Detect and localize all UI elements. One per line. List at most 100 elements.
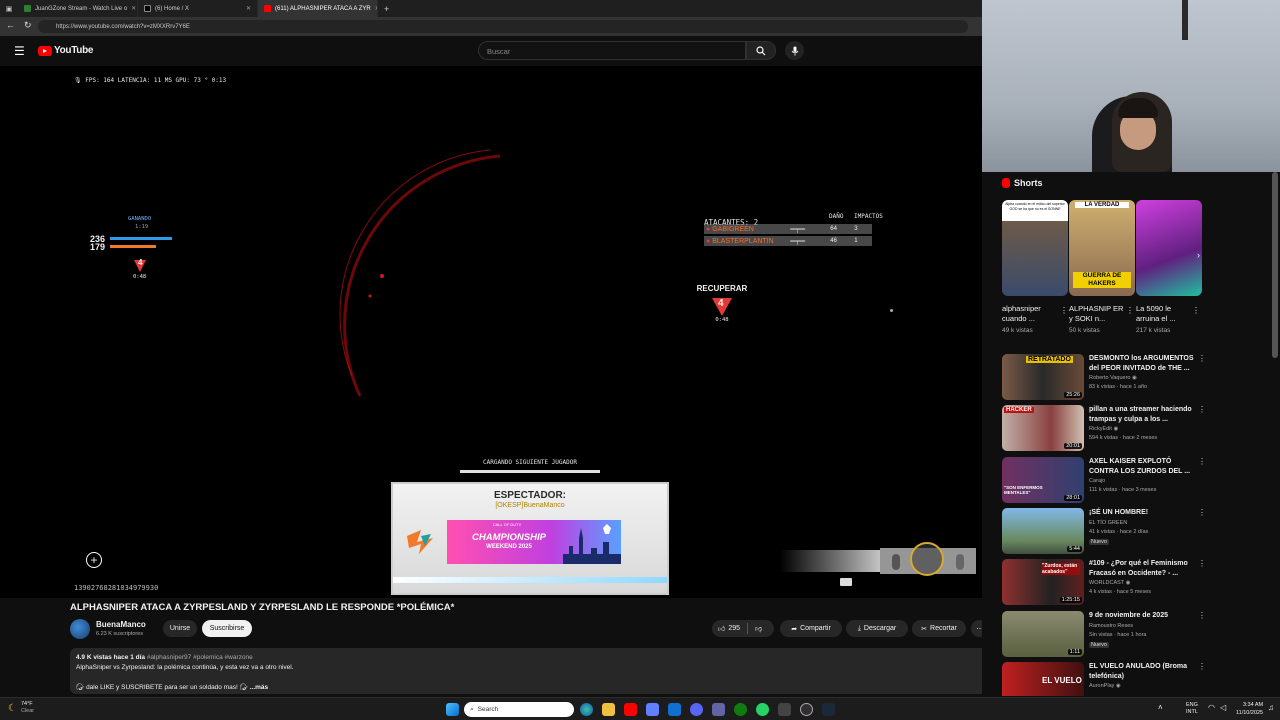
next-arrow-icon[interactable]: › xyxy=(1197,250,1200,260)
recommended-video[interactable]: 1:11 9 de noviembre de 2025 Ramoustro Re… xyxy=(1002,611,1242,659)
language-indicator[interactable]: ENG INTL xyxy=(1186,702,1198,716)
edge-icon[interactable] xyxy=(580,703,593,716)
close-tab-icon[interactable]: ✕ xyxy=(375,5,377,12)
channel-name[interactable]: BuenaManco xyxy=(96,620,146,629)
video-title: pillan a una streamer haciendo trampas y… xyxy=(1089,406,1192,423)
video-menu-icon[interactable]: ⋮ xyxy=(1198,457,1206,466)
taskbar-search-placeholder: Search xyxy=(477,706,499,713)
weather-widget[interactable]: ☾ 74°F Clear xyxy=(8,701,34,715)
start-icon[interactable] xyxy=(446,703,459,716)
shorts-logo-icon xyxy=(1002,178,1010,188)
window-menu-icon[interactable]: ▣ xyxy=(0,5,18,13)
video-menu-icon[interactable]: ⋮ xyxy=(1198,508,1206,517)
recommended-video[interactable]: RETRATADO 25:26 DESMONTO los ARGUMENTOS … xyxy=(1002,354,1242,402)
download-button[interactable]: ⤓ Descargar xyxy=(846,620,908,637)
teams-icon[interactable] xyxy=(712,703,725,716)
app-icon[interactable] xyxy=(646,703,659,716)
video-channel: Carajo xyxy=(1089,478,1106,484)
clock-date: 11/10/2025 xyxy=(1236,710,1264,716)
reload-icon[interactable]: ↻ xyxy=(24,20,32,31)
dislike-button[interactable]: 👎︎ xyxy=(755,624,762,633)
video-menu-icon[interactable]: ⋮ xyxy=(1198,405,1206,414)
short-menu-icon[interactable]: ⋮ xyxy=(1192,306,1200,315)
description-box[interactable]: 4.9 K vistas hace 1 día #alphasniper97 #… xyxy=(70,648,990,694)
short-menu-icon[interactable]: ⋮ xyxy=(1126,306,1134,315)
tray-chevron-icon[interactable]: ˄ xyxy=(1158,703,1163,712)
volume-icon[interactable]: ◁ xyxy=(1220,703,1226,712)
url-input[interactable]: https://www.youtube.com/watch?v=zMXXRrv7… xyxy=(38,20,968,33)
wifi-icon[interactable]: ◠ xyxy=(1208,703,1215,712)
short-title[interactable]: alphasniper cuando ... xyxy=(1002,304,1062,324)
spectator-label: ESPECTADOR: xyxy=(493,490,567,501)
hamburger-menu-icon[interactable]: ☰ xyxy=(14,44,25,58)
close-tab-icon[interactable]: ✕ xyxy=(131,5,136,12)
clock[interactable]: 3:34 AM 11/10/2025 xyxy=(1236,701,1263,717)
outlook-icon[interactable] xyxy=(668,703,681,716)
like-button[interactable]: 👍︎ 295 xyxy=(718,624,740,633)
recommended-video[interactable]: "SON ENFERMOS MENTALES" 28:01 AXEL KAISE… xyxy=(1002,457,1242,505)
short-title[interactable]: La 5090 le arruina el ... xyxy=(1136,304,1196,324)
short-menu-icon[interactable]: ⋮ xyxy=(1060,306,1068,315)
video-menu-icon[interactable]: ⋮ xyxy=(1198,354,1206,363)
equipment-panel xyxy=(780,542,980,586)
whatsapp-icon[interactable] xyxy=(756,703,769,716)
recommended-video[interactable]: EL VUELO EL VUELO ANULADO (Broma telefón… xyxy=(1002,662,1242,696)
youtube-logo[interactable]: YouTube xyxy=(38,45,94,56)
xbox-icon[interactable] xyxy=(734,703,747,716)
video-stats: 111 k vistas · hace 3 meses xyxy=(1089,487,1157,493)
subscribe-button[interactable]: Suscribirse xyxy=(202,620,252,637)
channel-avatar[interactable] xyxy=(70,619,90,639)
thumbs-up-icon: 👍︎ xyxy=(718,626,726,633)
new-tab-icon[interactable]: + xyxy=(384,4,389,14)
close-tab-icon[interactable]: ✕ xyxy=(246,5,251,12)
recommended-video[interactable]: 5:44 ¡SÉ UN HOMBRE! EL TÍO GREEN 41 k vi… xyxy=(1002,508,1242,556)
notification-bell-icon[interactable]: ♫ xyxy=(1268,703,1274,712)
steam-icon[interactable] xyxy=(822,703,835,716)
short-thumbnail[interactable]: Alpha cuando en el mítico del superior G… xyxy=(1002,200,1068,296)
search-input[interactable]: Buscar xyxy=(478,41,746,60)
video-player[interactable]: 🎙︎ FPS: 164 LATENCIA: 11 MS GPU: 73 ° 0:… xyxy=(0,66,982,598)
loading-bar xyxy=(460,470,600,473)
video-duration: 5:44 xyxy=(1067,546,1082,552)
clock-time: 3:34 AM xyxy=(1242,702,1264,708)
youtube-logo-text: YouTube xyxy=(54,45,94,56)
browser-tab-3[interactable]: (611) ALPHASNIPER ATACA A ZYR ✕ xyxy=(258,0,378,17)
back-icon[interactable]: ← xyxy=(6,20,15,30)
video-menu-icon[interactable]: ⋮ xyxy=(1198,662,1206,671)
recommended-video[interactable]: "Zurdos, están acabados" 1:25:15 #109 - … xyxy=(1002,559,1242,607)
thumb-text: RETRATADO xyxy=(1026,356,1073,363)
search-button[interactable] xyxy=(746,41,776,60)
browser-tab-2[interactable]: (6) Home / X ✕ xyxy=(138,0,258,17)
video-thumbnail: 1:11 xyxy=(1002,611,1084,657)
video-menu-icon[interactable]: ⋮ xyxy=(1198,611,1206,620)
clip-button[interactable]: ✂ Recortar xyxy=(912,620,966,637)
obs-icon[interactable] xyxy=(800,703,813,716)
browser-tab-1[interactable]: JuanGZone Stream - Watch Live o ✕ xyxy=(18,0,138,17)
video-thumbnail: "SON ENFERMOS MENTALES" 28:01 xyxy=(1002,457,1084,503)
short-thumbnail[interactable]: LA VERDAD GUERRA DE HAKERS xyxy=(1069,200,1135,296)
voice-search-button[interactable] xyxy=(785,41,804,60)
short-views: 49 k vistas xyxy=(1002,327,1033,334)
video-duration: 28:01 xyxy=(1064,495,1082,501)
recommended-video[interactable]: HACKER 20:01 pillan a una streamer hacie… xyxy=(1002,405,1242,453)
discord-icon[interactable] xyxy=(690,703,703,716)
short-thumb-text: Alpha cuando en el mítico del superior G… xyxy=(1005,202,1065,211)
moon-icon: ☾ xyxy=(8,702,17,714)
video-menu-icon[interactable]: ⋮ xyxy=(1198,559,1206,568)
short-title[interactable]: ALPHASNIP ER y SOKI n... xyxy=(1069,304,1129,324)
clip-label: Recortar xyxy=(930,625,957,632)
share-button[interactable]: ➦ Compartir xyxy=(780,620,842,637)
video-title: 9 de noviembre de 2025 xyxy=(1089,612,1168,619)
description-tags[interactable]: #alphasniper97 #polemica #warzone xyxy=(147,654,253,661)
join-button[interactable]: Unirse xyxy=(163,620,197,637)
short-thumbnail[interactable]: › xyxy=(1136,200,1202,296)
app-icon[interactable] xyxy=(778,703,791,716)
video-channel: AuronPlay ◉ xyxy=(1089,683,1121,689)
taskbar-search-input[interactable]: ⌕ Search xyxy=(464,702,574,717)
scrollbar[interactable] xyxy=(1272,172,1278,358)
youtube-app-icon[interactable] xyxy=(624,703,637,716)
video-duration: 1:25:15 xyxy=(1059,597,1082,603)
video-thumbnail: "Zurdos, están acabados" 1:25:15 xyxy=(1002,559,1084,605)
show-more-link[interactable]: ...más xyxy=(250,684,268,691)
file-explorer-icon[interactable] xyxy=(602,703,615,716)
